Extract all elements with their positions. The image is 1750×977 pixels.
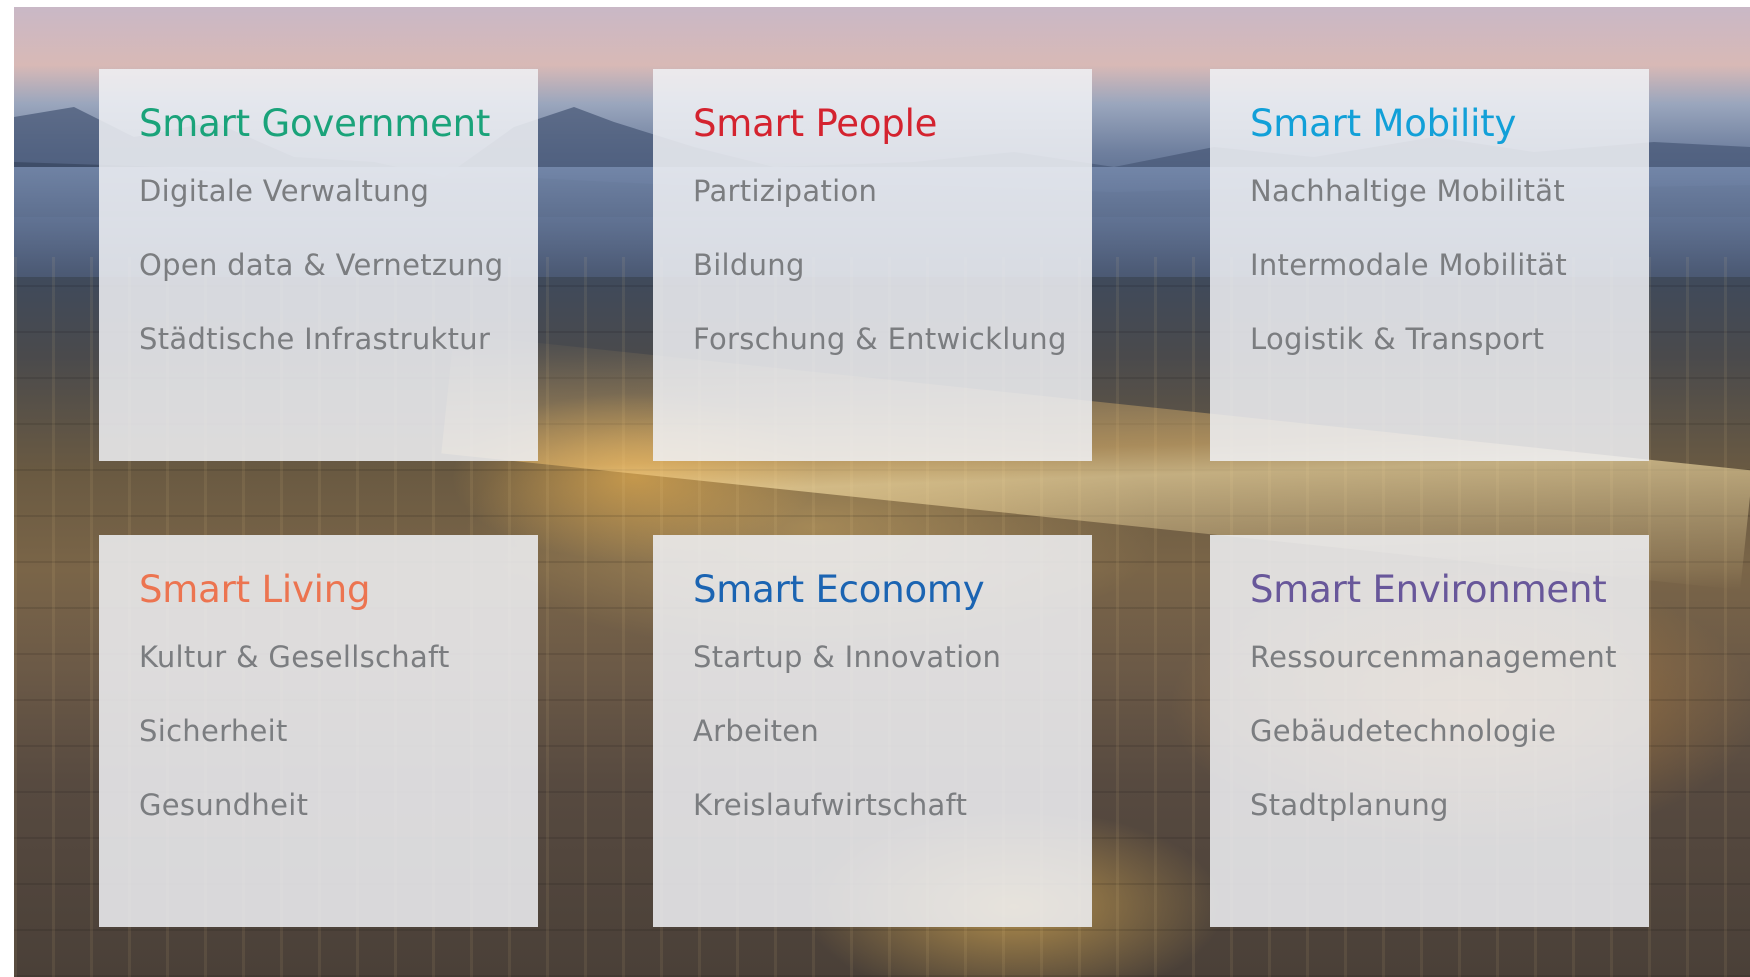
city-background-image: Smart Government Digitale Verwaltung Ope… [14,7,1750,977]
card-smart-government[interactable]: Smart Government Digitale Verwaltung Ope… [99,69,538,461]
list-item[interactable]: Gesundheit [139,787,538,823]
smart-city-grid: Smart Government Digitale Verwaltung Ope… [14,7,1750,977]
card-list: Ressourcenmanagement Gebäudetechnologie … [1250,639,1649,823]
card-title: Smart Environment [1250,568,1607,611]
card-list: Digitale Verwaltung Open data & Vernetzu… [139,173,538,357]
card-smart-people[interactable]: Smart People Partizipation Bildung Forsc… [653,69,1092,461]
card-list: Kultur & Gesellschaft Sicherheit Gesundh… [139,639,538,823]
list-item[interactable]: Nachhaltige Mobilität [1250,173,1649,209]
card-title: Smart Mobility [1250,102,1517,145]
list-item[interactable]: Sicherheit [139,713,538,749]
list-item[interactable]: Arbeiten [693,713,1092,749]
list-item[interactable]: Partizipation [693,173,1092,209]
list-item[interactable]: Forschung & Entwicklung [693,321,1092,357]
list-item[interactable]: Kreislaufwirtschaft [693,787,1092,823]
list-item[interactable]: Intermodale Mobilität [1250,247,1649,283]
card-smart-environment[interactable]: Smart Environment Ressourcenmanagement G… [1210,535,1649,927]
card-smart-mobility[interactable]: Smart Mobility Nachhaltige Mobilität Int… [1210,69,1649,461]
list-item[interactable]: Logistik & Transport [1250,321,1649,357]
card-list: Nachhaltige Mobilität Intermodale Mobili… [1250,173,1649,357]
card-list: Partizipation Bildung Forschung & Entwic… [693,173,1092,357]
card-title: Smart People [693,102,938,145]
card-smart-living[interactable]: Smart Living Kultur & Gesellschaft Siche… [99,535,538,927]
list-item[interactable]: Kultur & Gesellschaft [139,639,538,675]
card-title: Smart Government [139,102,491,145]
list-item[interactable]: Städtische Infrastruktur [139,321,538,357]
list-item[interactable]: Stadtplanung [1250,787,1649,823]
list-item[interactable]: Gebäudetechnologie [1250,713,1649,749]
list-item[interactable]: Ressourcenmanagement [1250,639,1649,675]
card-title: Smart Living [139,568,371,611]
list-item[interactable]: Startup & Innovation [693,639,1092,675]
card-smart-economy[interactable]: Smart Economy Startup & Innovation Arbei… [653,535,1092,927]
list-item[interactable]: Digitale Verwaltung [139,173,538,209]
card-title: Smart Economy [693,568,985,611]
list-item[interactable]: Bildung [693,247,1092,283]
list-item[interactable]: Open data & Vernetzung [139,247,538,283]
card-list: Startup & Innovation Arbeiten Kreislaufw… [693,639,1092,823]
